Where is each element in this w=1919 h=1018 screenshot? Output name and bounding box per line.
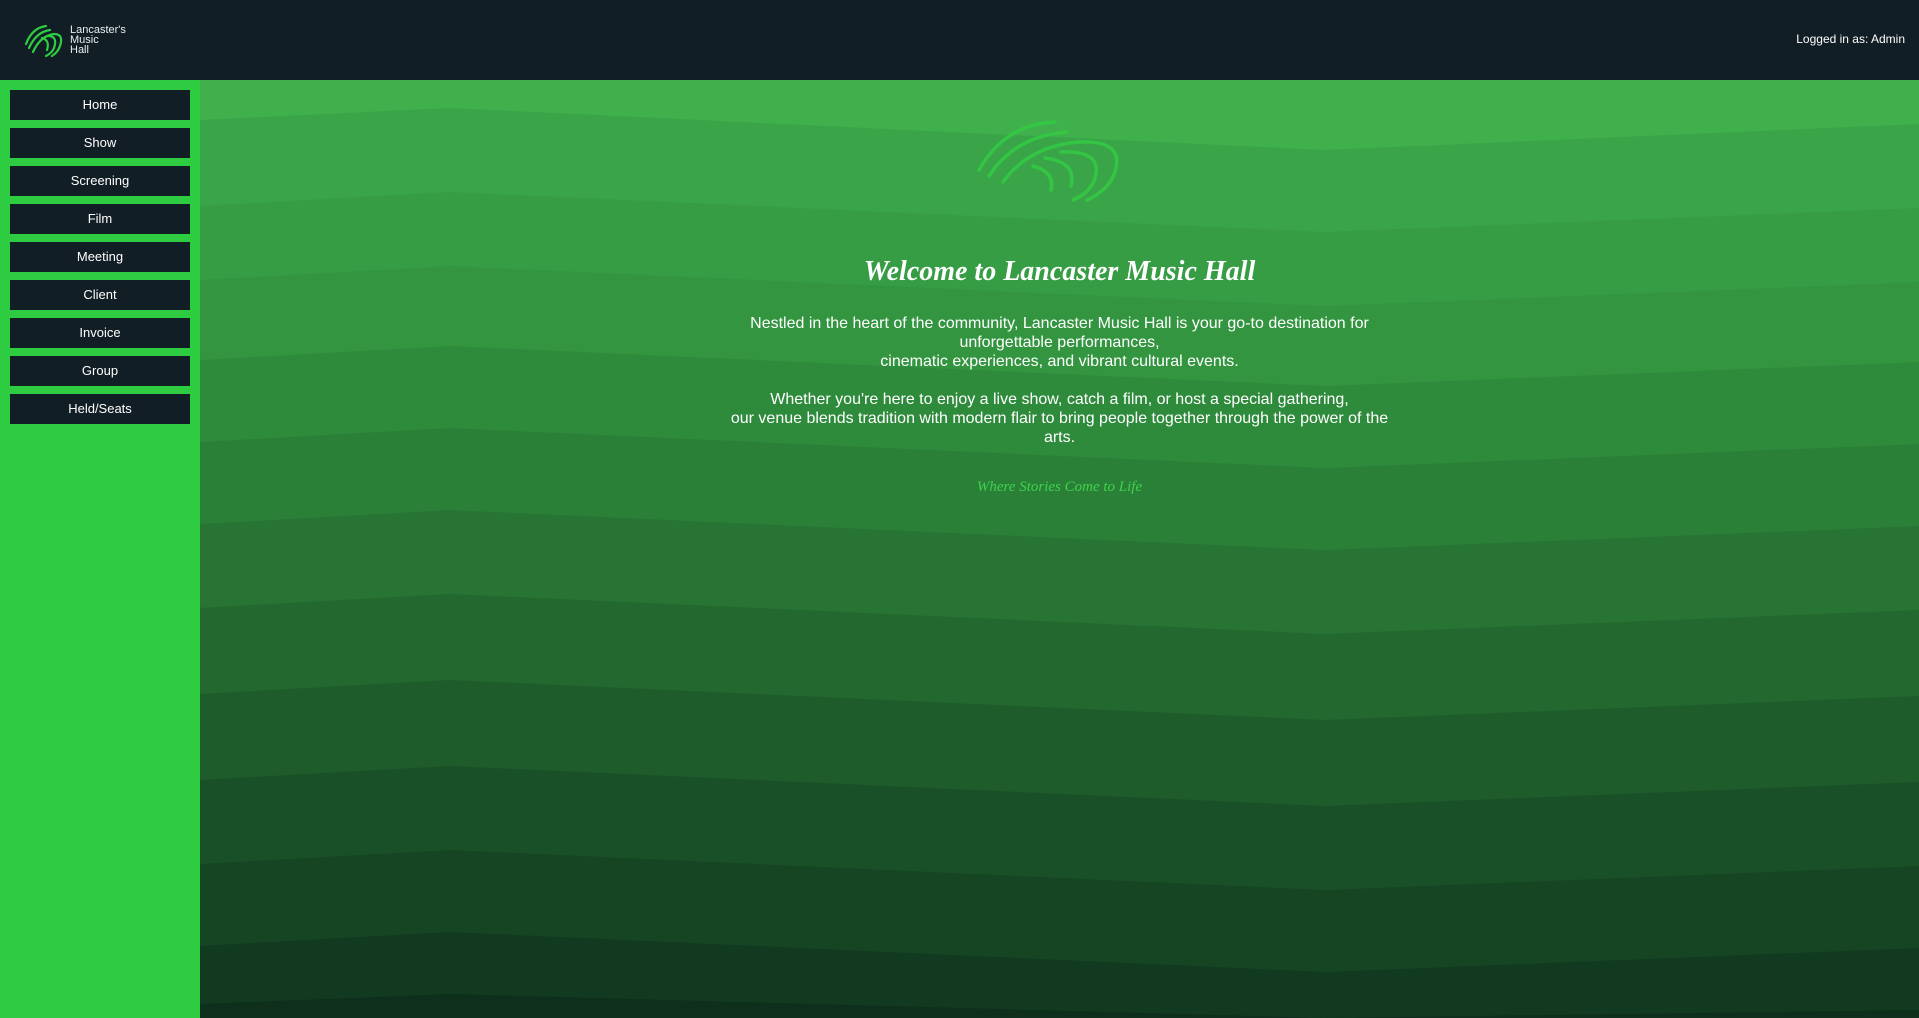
page-title: Welcome to Lancaster Music Hall [863,256,1256,287]
main-content: Welcome to Lancaster Music Hall Nestled … [200,80,1919,1018]
venue-line: Whether you're here to enjoy a live show… [770,391,1349,408]
sidebar-item-held-seats[interactable]: Held/Seats [10,394,190,424]
sidebar-item-invoice[interactable]: Invoice [10,318,190,348]
intro-line: cinematic experiences, and vibrant cultu… [880,353,1239,370]
tagline: Where Stories Come to Life [976,479,1143,495]
lancaster-logo-icon [977,120,1119,202]
intro-line: unforgettable performances, [959,334,1160,351]
sidebar-item-screening[interactable]: Screening [10,166,190,196]
sidebar-item-home[interactable]: Home [10,90,190,120]
logged-in-user-label: Logged in as: Admin [1796,32,1905,46]
sidebar-item-show[interactable]: Show [10,128,190,158]
sidebar-item-film[interactable]: Film [10,204,190,234]
sidebar-item-client[interactable]: Client [10,280,190,310]
sidebar-item-group[interactable]: Group [10,356,190,386]
venue-line: arts. [1043,429,1076,446]
top-header: Lancaster's Music Hall Logged in as: Adm… [0,0,1919,80]
lancaster-logo-icon [24,24,63,58]
sidebar-item-meeting[interactable]: Meeting [10,242,190,272]
intro-paragraph: Nestled in the heart of the community, L… [200,314,1919,371]
venue-paragraph: Whether you're here to enjoy a live show… [200,390,1919,447]
intro-line: Nestled in the heart of the community, L… [750,315,1369,332]
wave-background [200,80,1919,1018]
venue-line: our venue blends tradition with modern f… [730,410,1389,427]
sidebar-nav: Home Show Screening Film Meeting Client … [0,80,200,1018]
brand-name: Lancaster's Music Hall [70,24,126,56]
